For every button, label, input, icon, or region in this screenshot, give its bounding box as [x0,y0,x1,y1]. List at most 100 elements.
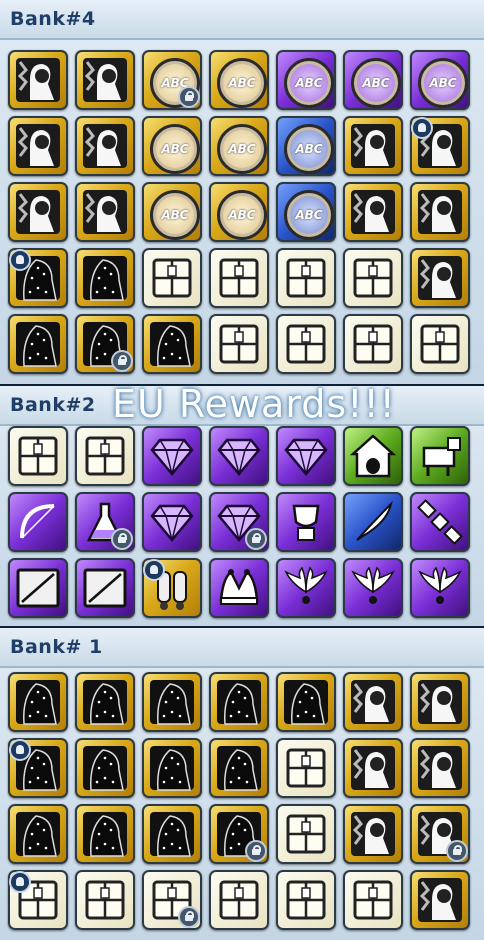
inventory-slot[interactable]: ABC [343,50,403,110]
inventory-slot[interactable] [142,248,202,308]
inventory-slot[interactable] [410,426,470,486]
inventory-slot[interactable] [142,870,202,930]
inventory-slot[interactable] [343,182,403,242]
doghouse-icon [343,426,403,486]
inventory-slot[interactable] [8,248,68,308]
inventory-slot[interactable]: ABC [142,50,202,110]
inventory-slot[interactable] [209,314,269,374]
inventory-slot[interactable] [410,182,470,242]
inventory-slot[interactable] [410,248,470,308]
inventory-slot[interactable] [410,558,470,618]
inventory-slot[interactable]: ABC [209,50,269,110]
inventory-slot[interactable]: ABC [142,182,202,242]
inventory-slot[interactable] [343,314,403,374]
inventory-slot[interactable] [209,492,269,552]
abc-token-blue-icon: ABC [276,116,336,176]
inventory-slot[interactable] [343,116,403,176]
inventory-slot[interactable] [276,492,336,552]
inventory-slot[interactable] [343,804,403,864]
inventory-slot[interactable] [142,804,202,864]
inventory-slot[interactable] [8,558,68,618]
helmet-badge-icon [411,117,433,139]
inventory-slot[interactable] [8,314,68,374]
inventory-slot[interactable] [75,314,135,374]
inventory-slot[interactable] [75,492,135,552]
inventory-slot[interactable] [8,738,68,798]
inventory-slot[interactable] [209,426,269,486]
inventory-slot[interactable] [75,248,135,308]
costume-icon [75,50,135,110]
inventory-slot[interactable] [209,558,269,618]
inventory-slot[interactable] [8,426,68,486]
inventory-slot[interactable] [276,870,336,930]
abc-token-blue-icon: ABC [276,182,336,242]
inventory-slot[interactable] [142,426,202,486]
inventory-slot[interactable] [75,804,135,864]
cloak-icon [142,804,202,864]
inventory-slot[interactable] [75,182,135,242]
inventory-slot[interactable] [75,870,135,930]
inventory-slot[interactable] [276,804,336,864]
inventory-slot[interactable] [410,672,470,732]
abc-token-label: ABC [351,58,401,108]
inventory-slot[interactable] [410,738,470,798]
inventory-slot[interactable]: ABC [276,50,336,110]
inventory-slot[interactable] [209,804,269,864]
inventory-slot[interactable] [343,248,403,308]
inventory-slot[interactable]: ABC [276,116,336,176]
inventory-slot[interactable] [209,870,269,930]
inventory-slot[interactable] [276,738,336,798]
crate-icon [209,248,269,308]
inventory-slot[interactable] [142,558,202,618]
inventory-slot[interactable] [75,426,135,486]
inventory-slot[interactable] [142,314,202,374]
inventory-slot[interactable] [142,738,202,798]
inventory-slot[interactable] [8,804,68,864]
inventory-slot[interactable] [276,672,336,732]
inventory-slot[interactable] [8,182,68,242]
inventory-slot[interactable] [209,248,269,308]
inventory-slot[interactable] [8,492,68,552]
inventory-slot[interactable] [8,116,68,176]
inventory-slot[interactable] [276,248,336,308]
inventory-slot[interactable] [75,116,135,176]
inventory-slot[interactable] [75,50,135,110]
crate-icon [75,426,135,486]
abc-token-label: ABC [284,190,334,240]
gem-icon [209,426,269,486]
inventory-slot[interactable] [8,50,68,110]
inventory-slot[interactable] [343,672,403,732]
inventory-slot[interactable] [410,870,470,930]
cloak-icon [209,738,269,798]
inventory-slot[interactable] [276,314,336,374]
inventory-slot[interactable]: ABC [276,182,336,242]
abc-token-gold-icon: ABC [209,116,269,176]
inventory-slot[interactable] [75,558,135,618]
inventory-slot[interactable] [142,492,202,552]
inventory-slot[interactable] [276,558,336,618]
inventory-slot[interactable] [8,870,68,930]
inventory-slot[interactable] [209,672,269,732]
inventory-slot[interactable] [75,672,135,732]
wings-icon [410,558,470,618]
inventory-slot[interactable]: ABC [142,116,202,176]
inventory-slot[interactable] [410,314,470,374]
inventory-slot[interactable] [410,492,470,552]
inventory-slot[interactable] [276,426,336,486]
inventory-slot[interactable] [410,116,470,176]
inventory-slot[interactable]: ABC [410,50,470,110]
inventory-slot[interactable] [343,870,403,930]
costume-icon [8,116,68,176]
inventory-slot[interactable]: ABC [209,116,269,176]
inventory-slot[interactable] [343,492,403,552]
inventory-slot[interactable] [343,558,403,618]
inventory-slot[interactable] [343,738,403,798]
inventory-slot[interactable] [8,672,68,732]
inventory-slot[interactable] [209,738,269,798]
inventory-slot[interactable] [410,804,470,864]
crate-icon [276,248,336,308]
inventory-slot[interactable]: ABC [209,182,269,242]
inventory-slot[interactable] [75,738,135,798]
inventory-slot[interactable] [142,672,202,732]
inventory-slot[interactable] [343,426,403,486]
